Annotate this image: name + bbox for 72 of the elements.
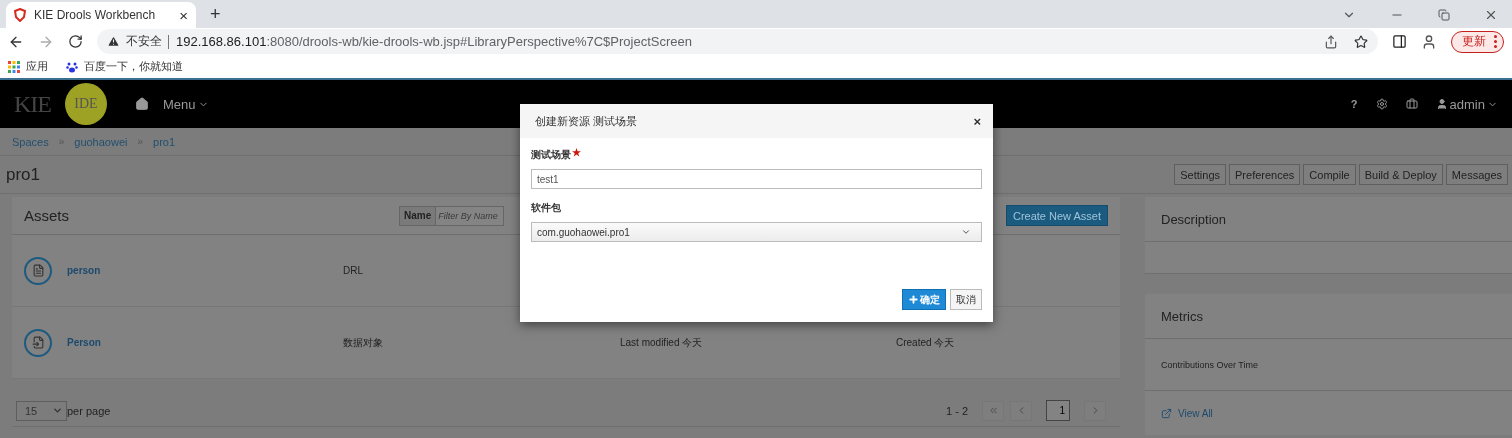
- chart-title: Contributions Over Time: [1161, 359, 1259, 370]
- bookmark-star-icon[interactable]: [1354, 34, 1368, 49]
- project-title: pro1: [6, 164, 41, 185]
- page-range: 1 - 2: [946, 404, 968, 417]
- toolbar-button[interactable]: Build & Deploy: [1358, 164, 1443, 185]
- asset-type: DRL: [343, 265, 364, 276]
- reload-icon[interactable]: [68, 34, 83, 49]
- url-host: 192.168.86.101: [176, 34, 267, 49]
- dialog-title: 创建新资源 测试场景: [535, 113, 638, 129]
- panel-title: Assets: [24, 207, 69, 224]
- bookmark-link[interactable]: 应用: [8, 59, 48, 74]
- apps-grid-icon: [8, 60, 20, 73]
- cancel-button[interactable]: 取消: [950, 289, 982, 310]
- package-select[interactable]: com.guohaowei.pro1: [531, 222, 982, 242]
- breadcrumb-separator: »: [58, 136, 65, 147]
- confirm-button[interactable]: 确定: [902, 289, 946, 310]
- warning-icon: [107, 35, 120, 48]
- per-page-select[interactable]: 15: [16, 400, 67, 421]
- card-title: Metrics: [1161, 308, 1203, 324]
- plus-icon: [908, 294, 919, 305]
- caret-icon: [52, 405, 63, 416]
- breadcrumb-separator: »: [137, 136, 144, 147]
- asset-type: 数据对象: [343, 335, 384, 350]
- page-field[interactable]: 1: [1046, 400, 1070, 421]
- last-modified: Last modified 今天: [620, 335, 704, 350]
- card-title: Description: [1161, 211, 1227, 227]
- shield-logo-icon: [14, 8, 26, 22]
- logo-badge: IDE: [65, 83, 107, 125]
- logo-text: KIE: [14, 90, 51, 118]
- toolbar-button[interactable]: Messages: [1445, 164, 1508, 185]
- share-icon[interactable]: [1324, 34, 1338, 49]
- url-path: :8080/drools-wb/kie-drools-wb.jsp#LibraryPerspective%7C$ProjectScreen: [266, 34, 692, 49]
- paw-icon: [66, 60, 78, 73]
- address-field[interactable]: 不安全 192.168.86.101:8080/drools-wb/kie-drools-wb.jsp#LibraryPerspective%7C$ProjectScreen: [97, 29, 1378, 54]
- bookmark-label: 百度一下，你就知道: [84, 59, 183, 74]
- bookmark-label: 应用: [26, 59, 48, 74]
- restore-icon[interactable]: [1438, 9, 1450, 21]
- field-label: 软件包: [531, 201, 561, 215]
- toolbar-button[interactable]: Compile: [1303, 164, 1356, 185]
- close-icon[interactable]: [1484, 8, 1498, 22]
- toolbar-button[interactable]: Settings: [1174, 164, 1227, 185]
- update-button[interactable]: 更新: [1451, 30, 1504, 53]
- security-label: 不安全: [126, 33, 162, 50]
- more-icon: [1494, 35, 1497, 48]
- new-tab-button[interactable]: +: [210, 5, 221, 23]
- filter-label: Name: [399, 205, 437, 226]
- name-field[interactable]: test1: [531, 169, 982, 189]
- profile-icon[interactable]: [1421, 33, 1437, 50]
- close-button[interactable]: ×: [973, 114, 981, 128]
- bookmark-link[interactable]: 百度一下，你就知道: [66, 59, 183, 74]
- created-date: Created 今天: [896, 335, 956, 350]
- tab-close-button[interactable]: ×: [179, 7, 188, 23]
- briefcase-icon[interactable]: [1405, 98, 1418, 110]
- per-page-label: per page: [67, 404, 111, 417]
- create-asset-button[interactable]: Create New Asset: [1005, 205, 1108, 226]
- document-icon: [31, 264, 45, 277]
- settings-icon[interactable]: [1375, 98, 1388, 110]
- tab-title: KIE Drools Workbench: [34, 8, 157, 22]
- menu-link[interactable]: Menu: [163, 96, 209, 112]
- side-panel-icon[interactable]: [1392, 34, 1407, 49]
- file-import-icon: [31, 336, 45, 349]
- user-icon: [1435, 98, 1448, 110]
- caret-icon: [961, 227, 971, 237]
- double-chevron-left-icon: [987, 405, 999, 416]
- divider-icon: [168, 34, 170, 49]
- home-icon[interactable]: [135, 97, 149, 111]
- toolbar-button[interactable]: Preferences: [1229, 164, 1301, 185]
- external-link-icon: [1161, 407, 1172, 419]
- field-label: 测试场景: [531, 148, 571, 162]
- filter-field[interactable]: Filter By Name: [436, 205, 505, 226]
- help-link[interactable]: ?: [1350, 98, 1358, 110]
- user-menu[interactable]: admin: [1435, 96, 1498, 112]
